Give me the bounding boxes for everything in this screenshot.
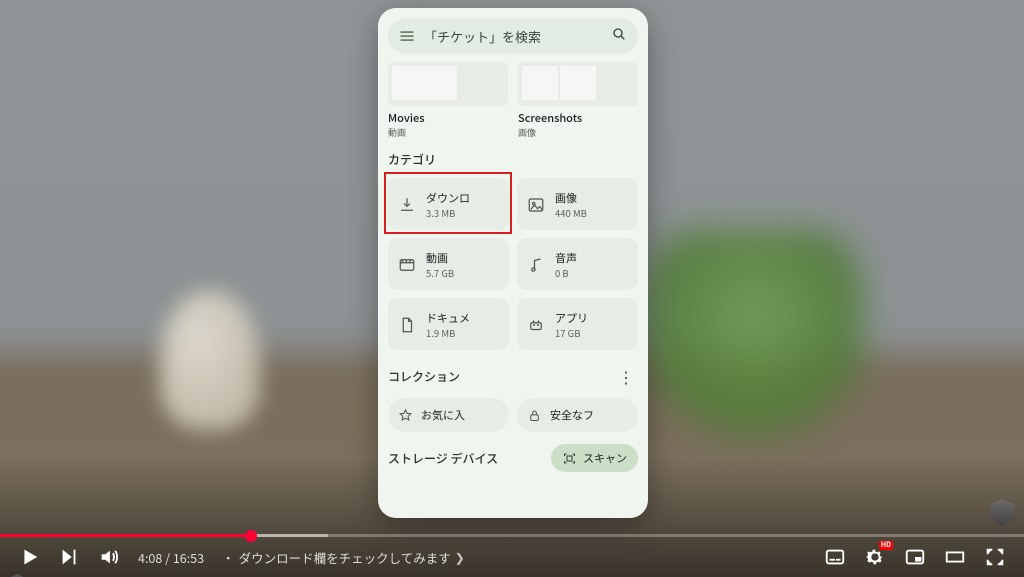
lock-icon bbox=[527, 408, 542, 423]
category-label: ドキュメ bbox=[426, 310, 470, 326]
channel-badge: コアコンシェル bbox=[990, 499, 1014, 527]
chapter-title: ダウンロード欄をチェックしてみます bbox=[239, 548, 451, 567]
folder-movies[interactable]: Movies 動画 bbox=[388, 62, 508, 139]
subtitles-button[interactable] bbox=[824, 546, 846, 568]
android-icon bbox=[527, 316, 545, 334]
document-icon bbox=[398, 316, 416, 334]
star-icon bbox=[398, 408, 413, 423]
chapter-sep: ・ bbox=[222, 548, 235, 567]
category-label: アプリ bbox=[555, 310, 588, 326]
chevron-right-icon: ❯ bbox=[455, 549, 465, 566]
pill-safe-folder[interactable]: 安全なフ bbox=[517, 398, 638, 432]
category-documents[interactable]: ドキュメ 1.9 MB bbox=[388, 298, 509, 350]
next-button[interactable] bbox=[58, 546, 80, 568]
folder-title: Movies bbox=[388, 110, 508, 126]
download-icon bbox=[398, 196, 416, 214]
miniplayer-button[interactable] bbox=[904, 546, 926, 568]
folder-subtitle: 画像 bbox=[518, 126, 638, 139]
phone-screen: ≡ 「チケット」を検索 Movies 動画 Screenshots 画像 カテゴ… bbox=[378, 8, 648, 518]
folder-subtitle: 動画 bbox=[388, 126, 508, 139]
time-display: 4:08 / 16:53 bbox=[138, 548, 204, 567]
theater-button[interactable] bbox=[944, 546, 966, 568]
category-audio[interactable]: 音声 0 B bbox=[517, 238, 638, 290]
category-apps[interactable]: アプリ 17 GB bbox=[517, 298, 638, 350]
folder-thumbnail bbox=[388, 62, 508, 106]
category-label: 動画 bbox=[426, 250, 454, 266]
volume-button[interactable] bbox=[98, 546, 120, 568]
search-bar[interactable]: ≡ 「チケット」を検索 bbox=[388, 18, 638, 54]
section-title-collections: コレクション bbox=[388, 368, 460, 385]
background-vase bbox=[160, 290, 260, 430]
collections-more-icon[interactable]: ⋮ bbox=[614, 364, 638, 388]
background-plant bbox=[644, 230, 864, 450]
video-clapper-icon bbox=[398, 256, 416, 274]
settings-button[interactable]: HD bbox=[864, 546, 886, 568]
folder-title: Screenshots bbox=[518, 110, 638, 126]
category-videos[interactable]: 動画 5.7 GB bbox=[388, 238, 509, 290]
play-button[interactable] bbox=[18, 546, 40, 568]
hamburger-icon[interactable]: ≡ bbox=[396, 23, 418, 49]
category-grid: ダウンロ 3.3 MB 画像 440 MB 動画 5.7 GB 音声 0 bbox=[388, 178, 638, 350]
recent-folders: Movies 動画 Screenshots 画像 bbox=[388, 62, 638, 139]
section-title-categories: カテゴリ bbox=[388, 151, 638, 168]
category-label: ダウンロ bbox=[426, 190, 470, 206]
image-icon bbox=[527, 196, 545, 214]
pill-label: 安全なフ bbox=[550, 407, 594, 423]
duration: 16:53 bbox=[173, 548, 204, 567]
category-label: 画像 bbox=[555, 190, 587, 206]
player-controls: 4:08 / 16:53 ・ ダウンロード欄をチェックしてみます ❯ HD bbox=[0, 537, 1024, 577]
pill-label: お気に入 bbox=[421, 407, 465, 423]
section-title-storage: ストレージ デバイス bbox=[388, 450, 498, 467]
category-size: 0 B bbox=[555, 266, 577, 280]
chapter-button[interactable]: ・ ダウンロード欄をチェックしてみます ❯ bbox=[222, 548, 465, 567]
current-time: 4:08 bbox=[138, 548, 162, 567]
fullscreen-button[interactable] bbox=[984, 546, 1006, 568]
category-images[interactable]: 画像 440 MB bbox=[517, 178, 638, 230]
scan-icon bbox=[562, 451, 577, 466]
pill-favorites[interactable]: お気に入 bbox=[388, 398, 509, 432]
category-size: 1.9 MB bbox=[426, 326, 470, 340]
search-placeholder: 「チケット」を検索 bbox=[424, 27, 602, 46]
collection-pills: お気に入 安全なフ bbox=[388, 398, 638, 432]
music-note-icon bbox=[527, 256, 545, 274]
hd-badge: HD bbox=[879, 541, 893, 550]
scan-label: スキャン bbox=[583, 450, 627, 466]
folder-screenshots[interactable]: Screenshots 画像 bbox=[518, 62, 638, 139]
category-size: 5.7 GB bbox=[426, 266, 454, 280]
search-icon[interactable] bbox=[608, 26, 630, 47]
category-size: 440 MB bbox=[555, 206, 587, 220]
category-label: 音声 bbox=[555, 250, 577, 266]
category-size: 17 GB bbox=[555, 326, 588, 340]
shield-icon bbox=[990, 499, 1014, 527]
category-size: 3.3 MB bbox=[426, 206, 470, 220]
folder-thumbnail bbox=[518, 62, 638, 106]
category-downloads[interactable]: ダウンロ 3.3 MB bbox=[388, 178, 509, 230]
scan-button[interactable]: スキャン bbox=[551, 444, 638, 472]
